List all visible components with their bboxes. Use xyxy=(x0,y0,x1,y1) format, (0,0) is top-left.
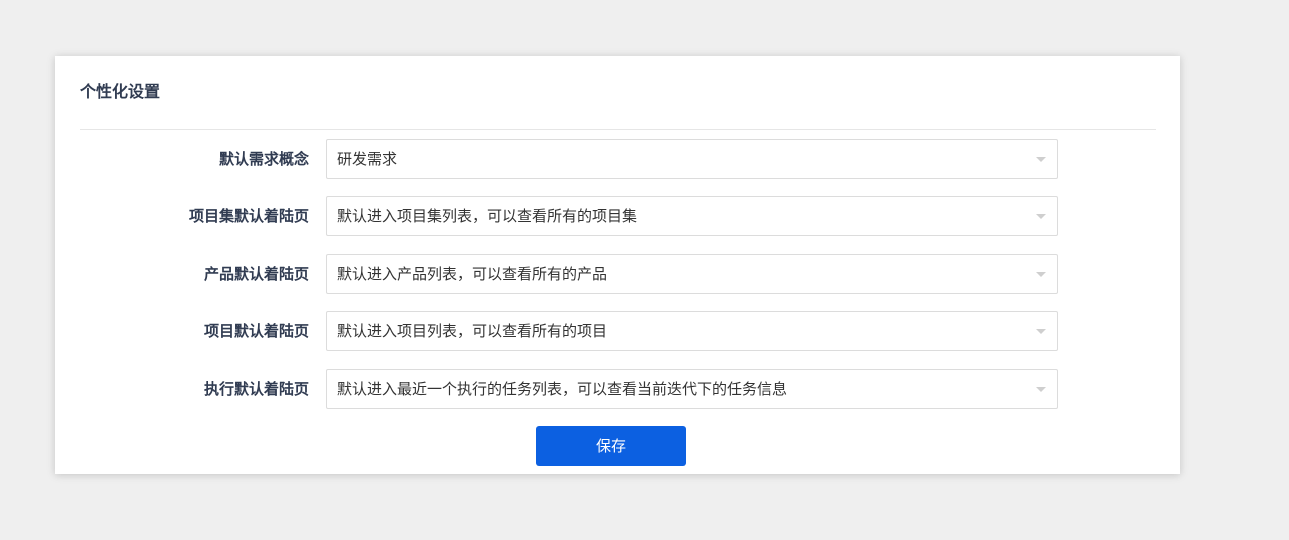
story-concept-label: 默认需求概念 xyxy=(218,150,309,168)
chevron-down-icon xyxy=(1036,272,1046,277)
product-landing-select[interactable]: 默认进入产品列表，可以查看所有的产品 xyxy=(326,254,1058,294)
story-concept-select[interactable]: 研发需求 xyxy=(326,139,1058,179)
save-button[interactable]: 保存 xyxy=(536,426,686,466)
program-landing-label: 项目集默认着陆页 xyxy=(188,207,309,225)
form-row-execution-landing: 执行默认着陆页 默认进入最近一个执行的任务列表，可以查看当前迭代下的任务信息 xyxy=(55,369,1180,409)
form-row-project-landing: 项目默认着陆页 默认进入项目列表，可以查看所有的项目 xyxy=(55,311,1180,351)
product-landing-label: 产品默认着陆页 xyxy=(203,265,309,283)
form-row-program-landing: 项目集默认着陆页 默认进入项目集列表，可以查看所有的项目集 xyxy=(55,196,1180,236)
story-concept-value: 研发需求 xyxy=(337,150,398,168)
program-landing-select[interactable]: 默认进入项目集列表，可以查看所有的项目集 xyxy=(326,196,1058,236)
project-landing-label: 项目默认着陆页 xyxy=(203,322,309,340)
form-row-story-concept: 默认需求概念 研发需求 xyxy=(55,139,1180,179)
product-landing-value: 默认进入产品列表，可以查看所有的产品 xyxy=(337,265,608,283)
project-landing-value: 默认进入项目列表，可以查看所有的项目 xyxy=(337,322,608,340)
panel-title: 个性化设置 xyxy=(80,82,161,101)
execution-landing-select[interactable]: 默认进入最近一个执行的任务列表，可以查看当前迭代下的任务信息 xyxy=(326,369,1058,409)
program-landing-value: 默认进入项目集列表，可以查看所有的项目集 xyxy=(337,207,638,225)
execution-landing-label: 执行默认着陆页 xyxy=(203,380,309,398)
execution-landing-value: 默认进入最近一个执行的任务列表，可以查看当前迭代下的任务信息 xyxy=(337,380,788,398)
chevron-down-icon xyxy=(1036,387,1046,392)
settings-panel: 个性化设置 默认需求概念 研发需求 项目集默认着陆页 默认进入项目集列表，可以查… xyxy=(55,56,1180,474)
form-row-product-landing: 产品默认着陆页 默认进入产品列表，可以查看所有的产品 xyxy=(55,254,1180,294)
title-divider xyxy=(80,129,1156,130)
chevron-down-icon xyxy=(1036,214,1046,219)
chevron-down-icon xyxy=(1036,329,1046,334)
chevron-down-icon xyxy=(1036,157,1046,162)
project-landing-select[interactable]: 默认进入项目列表，可以查看所有的项目 xyxy=(326,311,1058,351)
